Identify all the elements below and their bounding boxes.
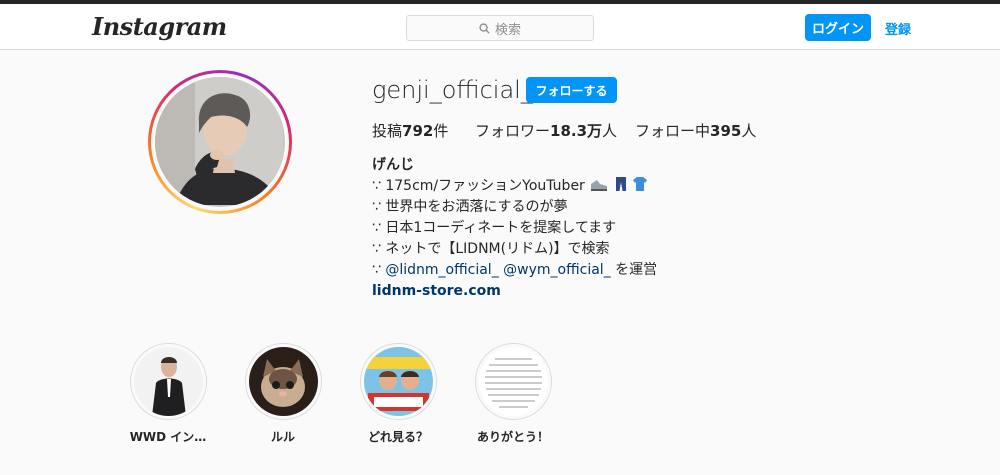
highlight-item[interactable]: WWD イン… — [123, 343, 213, 445]
bio-line: ∵ 175cm/ファッションYouTuber — [372, 176, 657, 197]
highlight-label: WWD イン… — [129, 430, 207, 444]
highlight-cover — [359, 343, 437, 420]
jeans-emoji-icon — [615, 177, 626, 191]
following-label: フォロー中 — [635, 122, 711, 140]
highlight-label: ルル — [270, 430, 295, 444]
profile-bio: げんじ ∵ 175cm/ファッションYouTuber ∵ 世界中をお洒落にするの… — [372, 155, 657, 302]
highlight-image — [133, 347, 203, 416]
search-icon — [479, 22, 490, 34]
login-button[interactable]: ログイン — [805, 14, 871, 41]
follow-button[interactable]: フォローする — [526, 77, 617, 103]
highlight-cover — [474, 343, 552, 420]
website-link[interactable]: lidnm-store.com — [372, 281, 657, 302]
posts-label: 投稿 — [372, 122, 403, 140]
instagram-logo[interactable]: Instagram — [92, 12, 227, 41]
followers-value: 18.3万 — [550, 122, 603, 140]
search-placeholder: 検索 — [494, 22, 521, 38]
sneaker-emoji-icon — [591, 180, 608, 191]
avatar-photo — [155, 77, 285, 207]
followers-label: フォロワー — [475, 122, 551, 140]
highlight-item[interactable]: ありがとう！ — [468, 343, 558, 445]
story-highlights: WWD イン… ルル どれ見る？ ありがとう！ — [0, 343, 1000, 453]
followers-count[interactable]: フォロワー18.3万人 — [475, 120, 617, 141]
mention-link[interactable]: @wym_official_ — [503, 262, 611, 278]
bio-line: ∵ 日本1コーディネートを提案してます — [372, 220, 617, 236]
bio-line: ∵ 世界中をお洒落にするのが夢 — [372, 199, 568, 215]
highlight-item[interactable]: どれ見る？ — [353, 343, 443, 445]
highlight-item[interactable]: ルル — [238, 343, 328, 445]
avatar-image — [155, 77, 283, 205]
highlight-cover — [244, 343, 322, 420]
bio-line-suffix: を運営 — [610, 262, 658, 278]
mention-link[interactable]: @lidnm_official_ — [385, 262, 498, 278]
posts-count: 投稿792件 — [372, 120, 448, 141]
following-unit: 人 — [741, 122, 757, 140]
top-navigation-bar: Instagram 検索 ログイン 登録 — [0, 4, 1000, 50]
tshirt-emoji-icon — [633, 177, 648, 191]
following-value: 395 — [710, 122, 742, 140]
profile-username: genji_official_ — [372, 76, 533, 104]
highlight-label: ありがとう！ — [476, 430, 549, 444]
followers-unit: 人 — [602, 122, 618, 140]
signup-link[interactable]: 登録 — [885, 19, 911, 38]
bio-line-text: ∵ 175cm/ファッションYouTuber — [372, 178, 585, 194]
bio-display-name: げんじ — [372, 157, 414, 173]
highlight-cover — [129, 343, 207, 420]
highlight-label: どれ見る？ — [367, 430, 428, 444]
following-count[interactable]: フォロー中395人 — [635, 120, 756, 141]
bio-line: ∵ ネットで【LIDNM(リドム)】で検索 — [372, 241, 610, 257]
posts-unit: 件 — [433, 122, 449, 140]
search-input[interactable]: 検索 — [406, 15, 594, 41]
bio-line-prefix: ∵ — [372, 262, 386, 278]
highlight-image — [478, 347, 548, 416]
highlight-image — [363, 347, 433, 416]
profile-avatar[interactable] — [148, 70, 292, 214]
bio-line: ∵ @lidnm_official_ @wym_official_ を運営 — [372, 260, 657, 281]
highlight-image — [248, 347, 318, 416]
posts-value: 792 — [402, 122, 434, 140]
